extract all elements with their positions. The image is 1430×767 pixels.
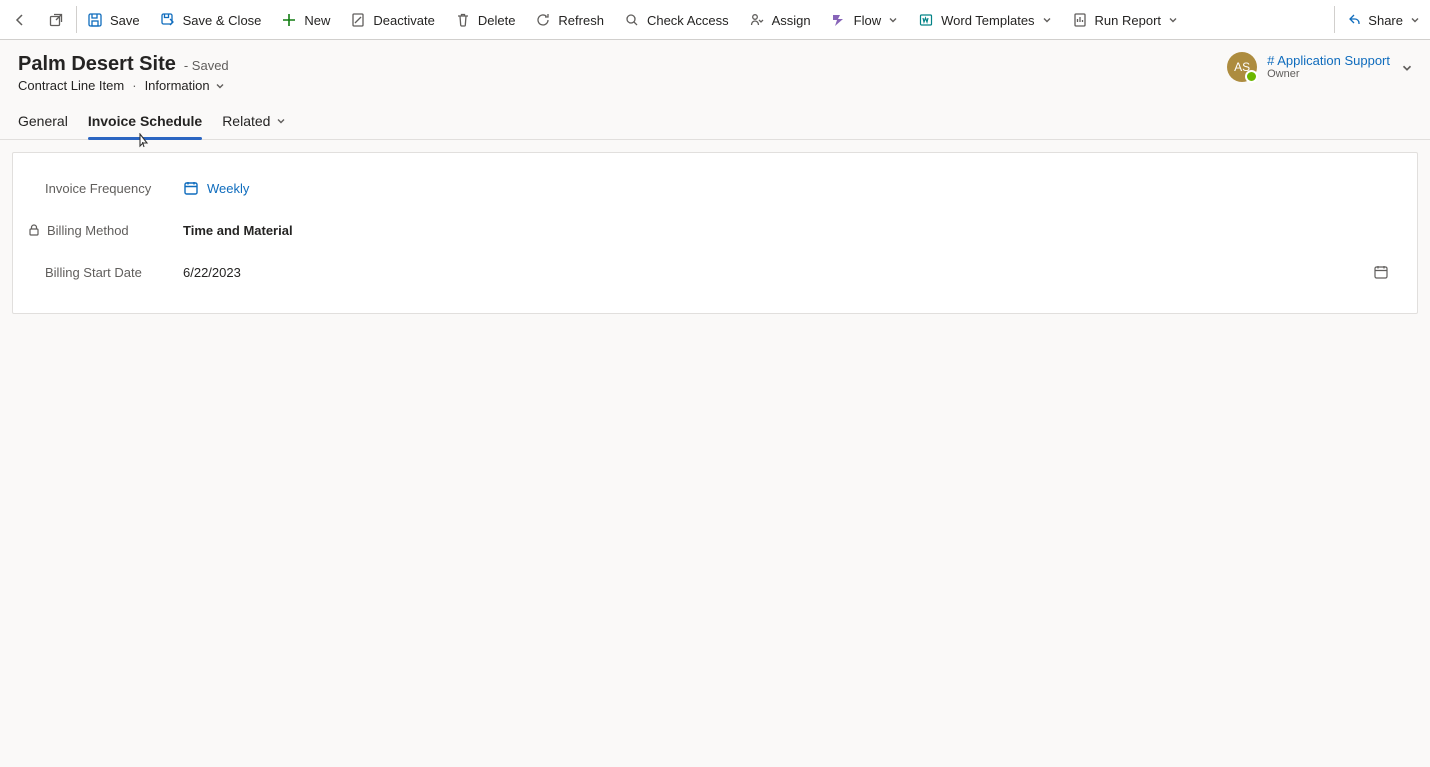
refresh-label: Refresh: [558, 13, 604, 28]
refresh-icon: [535, 12, 551, 28]
chevron-down-icon: [1042, 15, 1052, 25]
field-billing-start-date: Billing Start Date 6/22/2023: [23, 251, 1407, 293]
page-title: Palm Desert Site: [18, 52, 176, 76]
chevron-down-icon: [214, 80, 226, 92]
billing-method-value: Time and Material: [183, 223, 1407, 238]
billing-start-date-label: Billing Start Date: [23, 265, 183, 280]
run-report-label: Run Report: [1095, 13, 1161, 28]
invoice-frequency-lookup[interactable]: Weekly: [183, 180, 249, 196]
owner-avatar[interactable]: AS: [1227, 52, 1257, 82]
field-invoice-frequency: Invoice Frequency Weekly: [23, 167, 1407, 209]
save-close-button[interactable]: Save & Close: [150, 0, 272, 40]
flow-label: Flow: [854, 13, 881, 28]
tab-bar: General Invoice Schedule Related: [0, 103, 1430, 140]
save-button[interactable]: Save: [77, 0, 150, 40]
delete-label: Delete: [478, 13, 516, 28]
entity-name: Contract Line Item: [18, 78, 124, 93]
invoice-frequency-label: Invoice Frequency: [23, 181, 183, 196]
back-icon: [12, 12, 28, 28]
trash-icon: [455, 12, 471, 28]
form-name: Information: [145, 78, 210, 93]
toolbar-spacer: [1188, 0, 1334, 39]
chevron-down-icon[interactable]: [1400, 61, 1412, 73]
search-user-icon: [624, 12, 640, 28]
command-bar: Save Save & Close New Deactivate Delete …: [0, 0, 1430, 40]
lock-icon: [27, 223, 41, 237]
assign-icon: [749, 12, 765, 28]
nav-buttons: [0, 0, 76, 39]
save-close-icon: [160, 12, 176, 28]
share-icon: [1345, 12, 1361, 28]
open-new-window-button[interactable]: [38, 0, 74, 40]
calendar-icon[interactable]: [1373, 264, 1389, 280]
check-access-button[interactable]: Check Access: [614, 0, 739, 40]
word-templates-button[interactable]: Word Templates: [908, 0, 1061, 40]
save-label: Save: [110, 13, 140, 28]
word-templates-label: Word Templates: [941, 13, 1034, 28]
billing-method-label: Billing Method: [47, 223, 129, 238]
new-button[interactable]: New: [271, 0, 340, 40]
chevron-down-icon: [275, 115, 287, 127]
flow-icon: [831, 12, 847, 28]
save-close-label: Save & Close: [183, 13, 262, 28]
chevron-down-icon: [888, 15, 898, 25]
invoice-schedule-section: Invoice Frequency Weekly Billing Method …: [12, 152, 1418, 314]
plus-icon: [281, 12, 297, 28]
deactivate-button[interactable]: Deactivate: [340, 0, 444, 40]
chevron-down-icon: [1168, 15, 1178, 25]
back-button[interactable]: [2, 0, 38, 40]
report-icon: [1072, 12, 1088, 28]
invoice-frequency-value: Weekly: [207, 181, 249, 196]
share-label: Share: [1368, 13, 1403, 28]
popout-icon: [48, 12, 64, 28]
owner-section: AS # Application Support Owner: [1227, 52, 1412, 82]
deactivate-icon: [350, 12, 366, 28]
deactivate-label: Deactivate: [373, 13, 434, 28]
field-billing-method: Billing Method Time and Material: [23, 209, 1407, 251]
share-button[interactable]: Share: [1335, 0, 1430, 40]
owner-label: Owner: [1267, 68, 1390, 81]
owner-name[interactable]: # Application Support: [1267, 53, 1390, 69]
billing-method-label-wrap: Billing Method: [23, 223, 183, 238]
assign-button[interactable]: Assign: [739, 0, 821, 40]
flow-button[interactable]: Flow: [821, 0, 908, 40]
tab-related[interactable]: Related: [222, 103, 287, 139]
run-report-button[interactable]: Run Report: [1062, 0, 1188, 40]
tab-general[interactable]: General: [18, 103, 68, 139]
check-access-label: Check Access: [647, 13, 729, 28]
refresh-button[interactable]: Refresh: [525, 0, 614, 40]
assign-label: Assign: [772, 13, 811, 28]
tab-related-label: Related: [222, 113, 270, 129]
tab-invoice-schedule[interactable]: Invoice Schedule: [88, 103, 202, 139]
billing-start-date-value[interactable]: 6/22/2023: [183, 265, 241, 280]
new-label: New: [304, 13, 330, 28]
save-icon: [87, 12, 103, 28]
calendar-lookup-icon: [183, 180, 199, 196]
word-icon: [918, 12, 934, 28]
form-selector[interactable]: Information: [145, 78, 226, 93]
separator-dot: ·: [132, 78, 136, 93]
record-header: Palm Desert Site - Saved Contract Line I…: [0, 40, 1430, 97]
save-status: - Saved: [184, 58, 229, 73]
chevron-down-icon: [1410, 15, 1420, 25]
delete-button[interactable]: Delete: [445, 0, 526, 40]
